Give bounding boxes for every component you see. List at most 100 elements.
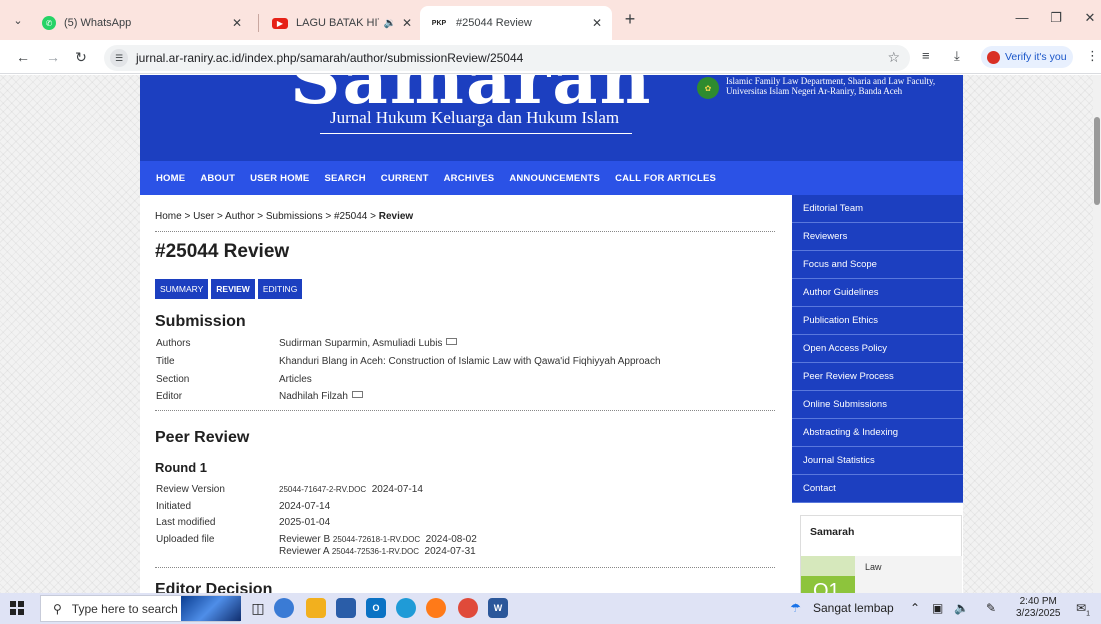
sidebar-item-reviewers[interactable]: Reviewers [792,223,963,251]
tab-youtube[interactable]: ▶ LAGU BATAK HITS SOUND 🔉 ✕ [262,6,422,40]
tab-review[interactable]: REVIEW [211,279,255,299]
main-content: Home > User > Author > Submissions > #25… [155,195,775,593]
quartile-category: Law [865,562,882,572]
sidebar-item-publication-ethics[interactable]: Publication Ethics [792,307,963,335]
nav-announcements[interactable]: ANNOUNCEMENTS [509,173,600,184]
initiated-value: 2024-07-14 [279,501,331,512]
task-view-icon[interactable]: ◫ [248,598,268,618]
sidebar-item-abstracting-indexing[interactable]: Abstracting & Indexing [792,419,963,447]
nav-search[interactable]: SEARCH [324,173,365,184]
close-window-icon[interactable]: ✕ [1080,10,1100,26]
tab-title: (5) WhatsApp [64,17,132,29]
page-title: #25044 Review [155,241,290,262]
taskbar-clock[interactable]: 2:40 PM 3/23/2025 [1016,596,1061,620]
url-text[interactable]: jurnal.ar-raniry.ac.id/index.php/samarah… [136,51,523,65]
back-icon[interactable]: ← [14,48,32,66]
sidebar-item-peer-review-process[interactable]: Peer Review Process [792,363,963,391]
address-bar[interactable]: ☰ jurnal.ar-raniry.ac.id/index.php/samar… [104,45,910,71]
scrollbar-thumb[interactable] [1094,117,1100,205]
speaker-icon[interactable]: 🔉 [383,18,395,29]
reload-icon[interactable]: ↻ [72,48,90,66]
profile-button[interactable]: Verify it's you [981,46,1073,68]
tab-title: LAGU BATAK HITS SOUND [296,17,379,29]
authors-label: Authors [156,338,191,349]
journal-subtitle: Jurnal Hukum Keluarga dan Hukum Islam [330,108,620,127]
email-icon[interactable] [351,390,363,398]
review-version-file-link[interactable]: 25044-71647-2-RV.DOC [279,485,366,494]
uploader-name: Reviewer A [279,546,330,557]
close-icon[interactable]: ✕ [402,16,412,30]
store-icon[interactable] [336,598,356,618]
editor-value: Nadhilah Filzah [279,391,348,402]
weather-text[interactable]: Sangat lembap [813,601,894,615]
tab-review[interactable]: PKP #25044 Review ✕ [420,6,612,40]
edge-icon[interactable] [396,598,416,618]
word-icon[interactable]: W [488,598,508,618]
new-tab-button[interactable]: + [620,10,640,30]
bookmark-star-icon[interactable]: ☆ [887,49,900,66]
firefox-icon[interactable] [426,598,446,618]
menu-kebab-icon[interactable]: ⋮ [1086,48,1099,64]
nav-user-home[interactable]: USER HOME [250,173,309,184]
tab-whatsapp[interactable]: ✆ (5) WhatsApp ✕ [32,6,252,40]
sidebar-item-focus-and-scope[interactable]: Focus and Scope [792,251,963,279]
sidebar-item-contact[interactable]: Contact [792,475,963,503]
restore-icon[interactable]: ❐ [1046,10,1066,26]
uploaded-file-date: 2024-07-31 [424,546,476,557]
nav-archives[interactable]: ARCHIVES [444,173,495,184]
tray-chevron-icon[interactable]: ⌃ [910,601,920,615]
journal-header: Samarah Jurnal Hukum Keluarga dan Hukum … [140,75,963,161]
scimago-widget[interactable]: Samarah Q1 Law [800,515,962,593]
title-value: Khanduri Blang in Aceh: Construction of … [279,356,661,367]
browser-toolbar: ← → ↻ ☰ jurnal.ar-raniry.ac.id/index.php… [0,40,1101,74]
chrome-icon[interactable] [458,598,478,618]
forward-icon[interactable]: → [44,48,62,66]
email-icon[interactable] [446,337,458,345]
uploaded-file-link[interactable]: 25044-72536-1-RV.DOC [332,547,419,556]
review-version-label: Review Version [156,484,225,495]
quartile-badge: Q1 [801,576,855,593]
clock-date: 3/23/2025 [1016,608,1061,619]
tab-editing[interactable]: EDITING [257,279,303,299]
last-modified-label: Last modified [156,517,216,528]
nav-home[interactable]: HOME [156,173,185,184]
sidebar-item-online-submissions[interactable]: Online Submissions [792,391,963,419]
title-label: Title [156,356,175,367]
reading-list-icon[interactable]: ≡ [922,48,930,63]
file-explorer-icon[interactable] [306,598,326,618]
download-icon[interactable]: ⤓ [954,48,960,64]
copilot-icon[interactable] [274,598,294,618]
taskbar-search-input[interactable]: ⚲ Type here to search [40,595,241,622]
uploaded-file-date: 2024-08-02 [425,534,477,545]
nav-current[interactable]: CURRENT [381,173,429,184]
sidebar-item-author-guidelines[interactable]: Author Guidelines [792,279,963,307]
sidebar-item-open-access-policy[interactable]: Open Access Policy [792,335,963,363]
windows-taskbar: ⚲ Type here to search ◫ O W ☂ Sangat lem… [0,593,1101,624]
nav-about[interactable]: ABOUT [200,173,235,184]
windows-start-icon[interactable] [10,601,24,615]
tab-summary[interactable]: SUMMARY [155,279,209,299]
notification-icon[interactable]: ✉1 [1076,601,1090,617]
university-text: Islamic Family Law Department, Sharia an… [726,76,963,96]
close-icon[interactable]: ✕ [592,16,602,30]
search-highlight-image [181,596,241,621]
editor-label: Editor [156,391,183,402]
tab-search-chevron-icon[interactable]: ⌄ [8,10,28,30]
main-nav: HOME ABOUT USER HOME SEARCH CURRENT ARCH… [140,161,963,195]
sidebar-item-journal-statistics[interactable]: Journal Statistics [792,447,963,475]
weather-icon[interactable]: ☂ [790,601,801,615]
round-heading: Round 1 [155,460,207,475]
volume-icon[interactable]: 🔈 [954,601,969,615]
minimize-icon[interactable]: — [1012,10,1032,25]
breadcrumb-trail[interactable]: Home > User > Author > Submissions > #25… [155,211,379,222]
tray-network-icon[interactable]: ▣ [932,601,943,615]
pen-icon[interactable]: ✎ [986,601,996,615]
site-info-icon[interactable]: ☰ [110,49,128,67]
divider [155,410,775,411]
outlook-icon[interactable]: O [366,598,386,618]
uploaded-file-link[interactable]: 25044-72618-1-RV.DOC [333,535,420,544]
page-scrollbar[interactable] [1093,75,1101,593]
close-icon[interactable]: ✕ [232,16,242,30]
nav-call-for-articles[interactable]: CALL FOR ARTICLES [615,173,716,184]
sidebar-item-editorial-team[interactable]: Editorial Team [792,195,963,223]
